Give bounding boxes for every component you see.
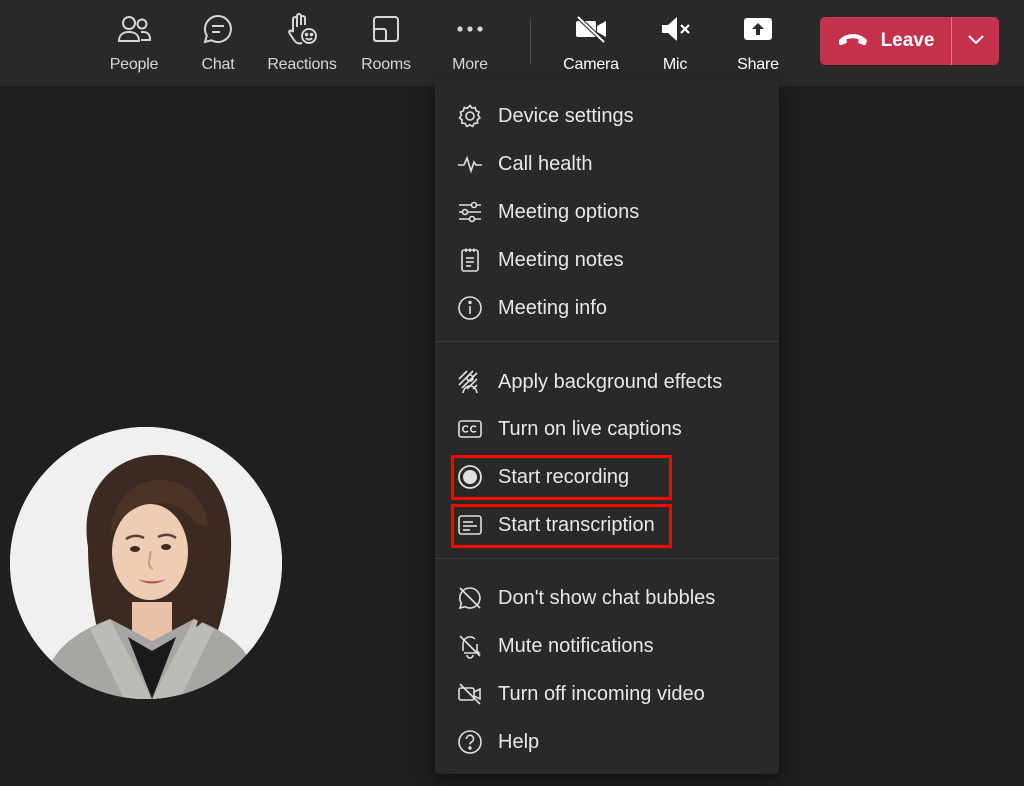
menu-item-label: Apply background effects: [498, 371, 723, 393]
menu-item-meeting-info[interactable]: Meeting info: [435, 284, 779, 330]
record-icon: [457, 464, 483, 490]
bell-off-icon: [457, 633, 483, 659]
toolbar-divider: [530, 18, 531, 64]
more-icon: [453, 12, 487, 46]
leave-button-group: Leave: [820, 17, 999, 65]
people-button[interactable]: People: [94, 8, 174, 78]
menu-item-meeting-options[interactable]: Meeting options: [435, 188, 779, 234]
people-icon: [117, 12, 151, 46]
menu-item-call-health[interactable]: Call health: [435, 140, 779, 186]
menu-item-label: Start recording: [498, 466, 630, 488]
menu-item-label: Meeting info: [498, 297, 607, 319]
menu-item-start-transcription[interactable]: Start transcription: [435, 501, 779, 547]
info-icon: [457, 295, 483, 321]
menu-item-chat-bubbles[interactable]: Don't show chat bubbles: [435, 574, 779, 620]
menu-item-label: Meeting options: [498, 201, 640, 223]
leave-options-button[interactable]: [952, 17, 999, 65]
menu-item-incoming-video[interactable]: Turn off incoming video: [435, 670, 779, 716]
menu-item-live-captions[interactable]: Turn on live captions: [435, 405, 779, 451]
mic-button[interactable]: Mic: [635, 8, 715, 78]
chat-off-icon: [457, 585, 483, 611]
reactions-button[interactable]: Reactions: [262, 8, 342, 78]
hang-up-icon: [837, 31, 869, 52]
transcript-icon: [457, 512, 483, 538]
leave-label: Leave: [880, 30, 935, 51]
rooms-label: Rooms: [361, 56, 411, 73]
camera-off-icon: [574, 12, 608, 46]
sliders-icon: [457, 199, 483, 225]
menu-item-label: Device settings: [498, 105, 634, 127]
reactions-icon: [285, 12, 319, 46]
chat-label: Chat: [201, 56, 235, 73]
menu-item-help[interactable]: Help: [435, 718, 779, 764]
leave-button[interactable]: Leave: [820, 17, 951, 65]
rooms-button[interactable]: Rooms: [346, 8, 426, 78]
menu-item-background-effects[interactable]: Apply background effects: [435, 358, 779, 404]
menu-item-label: Mute notifications: [498, 635, 654, 657]
mic-muted-icon: [658, 12, 692, 46]
chat-icon: [201, 12, 235, 46]
gear-icon: [457, 103, 483, 129]
menu-item-label: Don't show chat bubbles: [498, 587, 716, 609]
rooms-icon: [369, 12, 403, 46]
menu-item-mute-notifications[interactable]: Mute notifications: [435, 622, 779, 668]
people-label: People: [109, 56, 159, 73]
chat-button[interactable]: Chat: [178, 8, 258, 78]
more-menu: Device settings Call health Meeting opti…: [435, 79, 779, 774]
reactions-label: Reactions: [267, 56, 337, 73]
mic-label: Mic: [662, 56, 688, 73]
background-effects-icon: [457, 369, 483, 395]
camera-label: Camera: [563, 56, 619, 73]
menu-divider: [435, 558, 779, 559]
menu-item-start-recording[interactable]: Start recording: [435, 453, 779, 499]
share-icon: [741, 12, 775, 46]
help-icon: [457, 729, 483, 755]
menu-item-label: Call health: [498, 153, 593, 175]
chevron-down-icon: [967, 32, 985, 50]
menu-item-label: Turn off incoming video: [498, 683, 705, 705]
menu-item-label: Turn on live captions: [498, 418, 682, 440]
menu-item-label: Meeting notes: [498, 249, 624, 271]
share-label: Share: [737, 56, 779, 73]
camera-button[interactable]: Camera: [551, 8, 631, 78]
menu-item-device-settings[interactable]: Device settings: [435, 92, 779, 138]
more-label: More: [452, 56, 488, 73]
share-button[interactable]: Share: [718, 8, 798, 78]
menu-item-meeting-notes[interactable]: Meeting notes: [435, 236, 779, 282]
meeting-toolbar: People Chat Reactions Rooms More Camera …: [0, 0, 1024, 86]
participant-photo: [10, 427, 282, 699]
pulse-icon: [457, 151, 483, 177]
more-button[interactable]: More: [430, 8, 510, 78]
menu-divider: [435, 341, 779, 342]
menu-item-label: Start transcription: [498, 514, 655, 536]
menu-item-label: Help: [498, 731, 540, 753]
notes-icon: [457, 247, 483, 273]
video-off-icon: [457, 681, 483, 707]
captions-icon: [457, 416, 483, 442]
participant-avatar: [10, 427, 282, 699]
